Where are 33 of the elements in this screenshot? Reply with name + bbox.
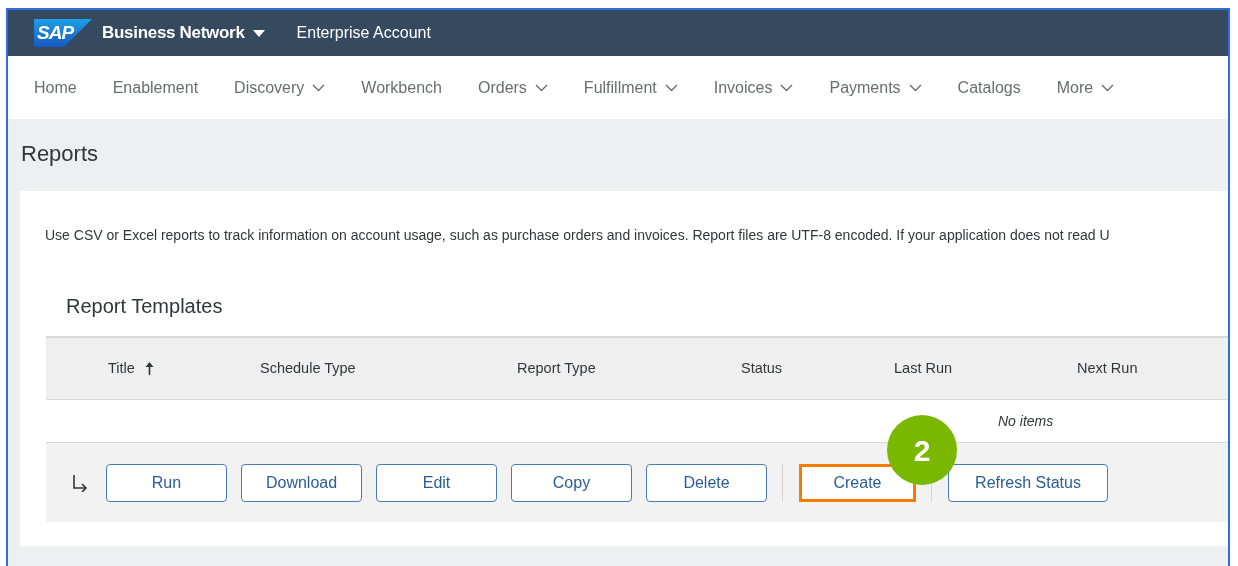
nav-item[interactable]: Fulfillment [583,75,678,100]
page-title: Reports [20,140,100,168]
nav-item[interactable]: Invoices [713,75,794,100]
action-button[interactable]: Download [241,463,362,502]
action-button[interactable]: Create [799,463,916,502]
action-button[interactable]: Run [106,463,227,502]
action-button[interactable]: Refresh Status [948,463,1108,502]
column-header[interactable]: Schedule Type [260,357,356,380]
nav-item[interactable]: Catalogs [957,75,1021,100]
action-button[interactable]: Edit [376,463,497,502]
product-menu[interactable]: Business Network [102,20,265,46]
action-button[interactable]: Delete [646,463,767,502]
nav-item[interactable]: Workbench [361,75,442,100]
column-header[interactable]: Title [108,357,135,380]
nav-item[interactable]: More [1056,75,1115,100]
action-button[interactable]: Copy [511,463,632,502]
nav-item[interactable]: Enablement [112,75,199,100]
nav-item[interactable]: Payments [829,75,922,100]
column-header[interactable]: Report Type [517,357,596,380]
sap-logo: SAP [34,19,92,47]
column-header[interactable]: Next Run [1077,357,1138,380]
section-title: Report Templates [66,294,224,319]
caret-icon [252,29,265,37]
return-arrow-icon [72,473,88,492]
description-text: Use CSV or Excel reports to track information on account usage, such as purchase orders and invoices. Report files are UTF-8 encoded. If your application does not read U [45,226,1111,245]
nav-item[interactable]: Orders [477,75,548,100]
nav-item[interactable]: Home [34,75,77,100]
nav-item[interactable]: Discovery [234,75,326,100]
column-header[interactable]: Last Run [894,357,953,380]
empty-message: No items [998,411,1054,431]
sort-arrow-icon[interactable] [144,362,154,375]
column-header[interactable]: Status [741,357,783,380]
account-name: Enterprise Account [296,23,431,43]
